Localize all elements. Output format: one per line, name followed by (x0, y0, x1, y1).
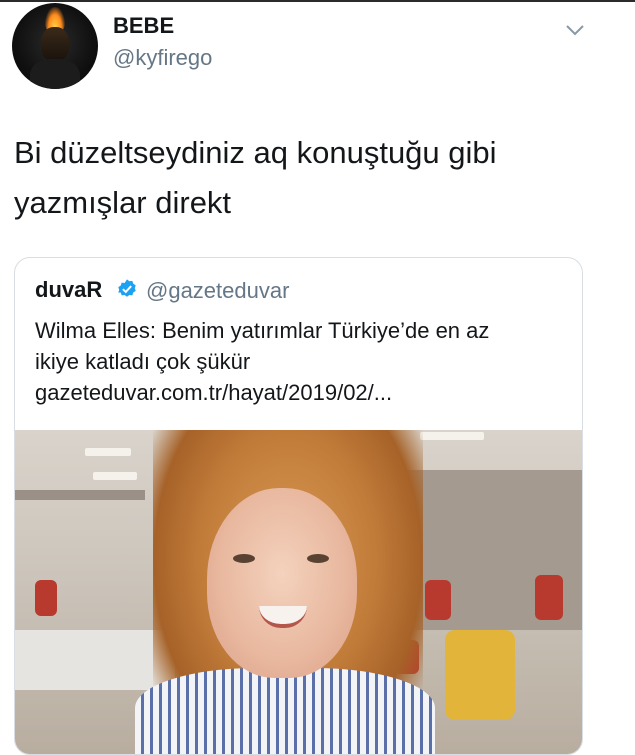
person-eye (233, 554, 255, 563)
verified-badge-icon (118, 279, 136, 297)
quoted-link[interactable]: gazeteduvar.com.tr/hayat/2019/02/... (35, 377, 565, 408)
chevron-down-icon[interactable] (563, 20, 587, 40)
person-eye (307, 554, 329, 563)
quoted-tweet-text: Wilma Elles: Benim yatırımlar Türkiye’de… (35, 315, 565, 408)
quoted-author-name: duvaR (35, 277, 103, 302)
person-face (207, 488, 357, 678)
display-name[interactable]: BEBE (113, 13, 174, 39)
tweet-text: Bi düzeltseydiniz aq konuştuğu gibi yazm… (14, 135, 497, 220)
user-handle[interactable]: @kyfirego (113, 45, 212, 71)
avatar[interactable] (12, 3, 98, 89)
person-shirt (135, 668, 435, 754)
top-edge-divider (0, 0, 635, 2)
quoted-text-line-1: Wilma Elles: Benim yatırımlar Türkiye’de… (35, 318, 490, 343)
red-chair (535, 575, 563, 620)
red-chair (35, 580, 57, 616)
avatar-body-shape (30, 59, 80, 89)
background-counter (15, 630, 175, 690)
yellow-figure (445, 630, 515, 720)
ceiling-light (93, 472, 137, 480)
red-chair (425, 580, 451, 620)
quoted-tweet-image[interactable] (15, 430, 582, 754)
ceiling-light (85, 448, 131, 456)
quoted-tweet-card[interactable]: duvaR @gazeteduvar Wilma Elles: Benim ya… (14, 257, 583, 755)
avatar-head-shape (41, 27, 69, 61)
ceiling-light (420, 432, 484, 440)
background-shelf (15, 490, 145, 500)
quoted-author-handle: @gazeteduvar (146, 278, 290, 303)
quoted-text-line-2: ikiye katladı çok şükür (35, 349, 251, 374)
